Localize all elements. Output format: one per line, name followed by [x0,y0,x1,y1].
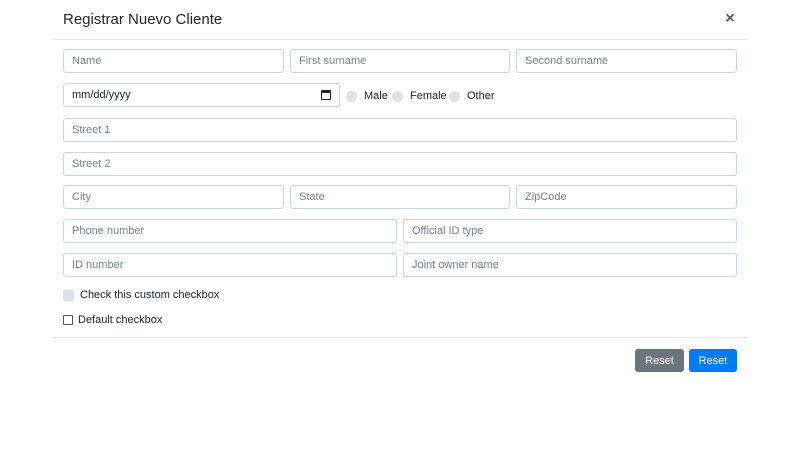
modal-title: Registrar Nuevo Cliente [63,11,223,28]
register-client-modal: Registrar Nuevo Cliente × mm/dd/yyyy Mal… [52,0,748,390]
second-surname-input[interactable] [516,49,737,73]
reset-2-button[interactable]: Reset 2 [689,349,737,390]
radio-circle-icon[interactable] [346,90,357,102]
radio-male-label: Male [364,90,388,102]
radio-other-label: Other [467,90,495,102]
birthdate-placeholder: mm/dd/yyyy [72,89,131,101]
official-id-type-input[interactable] [403,219,737,243]
state-input[interactable] [290,185,510,209]
modal-header: Registrar Nuevo Cliente × [52,0,748,40]
radio-male[interactable]: Male [346,90,388,102]
close-icon[interactable]: × [722,9,738,29]
id-number-input[interactable] [63,253,397,277]
radio-circle-icon[interactable] [392,90,403,102]
city-input[interactable] [63,185,284,209]
joint-owner-input[interactable] [403,253,737,277]
name-input[interactable] [63,49,284,73]
custom-checkbox-label: Check this custom checkbox [80,289,220,301]
calendar-icon[interactable] [321,90,331,100]
zipcode-input[interactable] [516,185,737,209]
street2-input[interactable] [63,152,737,176]
default-checkbox[interactable]: Default checkbox [63,314,162,326]
reset-1-button[interactable]: Reset 1 [635,349,684,390]
street1-input[interactable] [63,118,737,142]
radio-circle-icon[interactable] [449,90,460,102]
default-checkbox-label: Default checkbox [78,314,163,326]
first-surname-input[interactable] [290,49,510,73]
phone-input[interactable] [63,219,397,243]
custom-checkbox[interactable]: Check this custom checkbox [63,289,219,301]
birthdate-input[interactable]: mm/dd/yyyy [63,83,340,107]
checkbox-icon[interactable] [63,289,74,301]
checkbox-icon[interactable] [63,315,73,325]
radio-female[interactable]: Female [392,90,447,102]
radio-other[interactable]: Other [449,90,495,102]
radio-female-label: Female [410,90,447,102]
modal-footer: Reset 1 Reset 2 [52,337,748,390]
